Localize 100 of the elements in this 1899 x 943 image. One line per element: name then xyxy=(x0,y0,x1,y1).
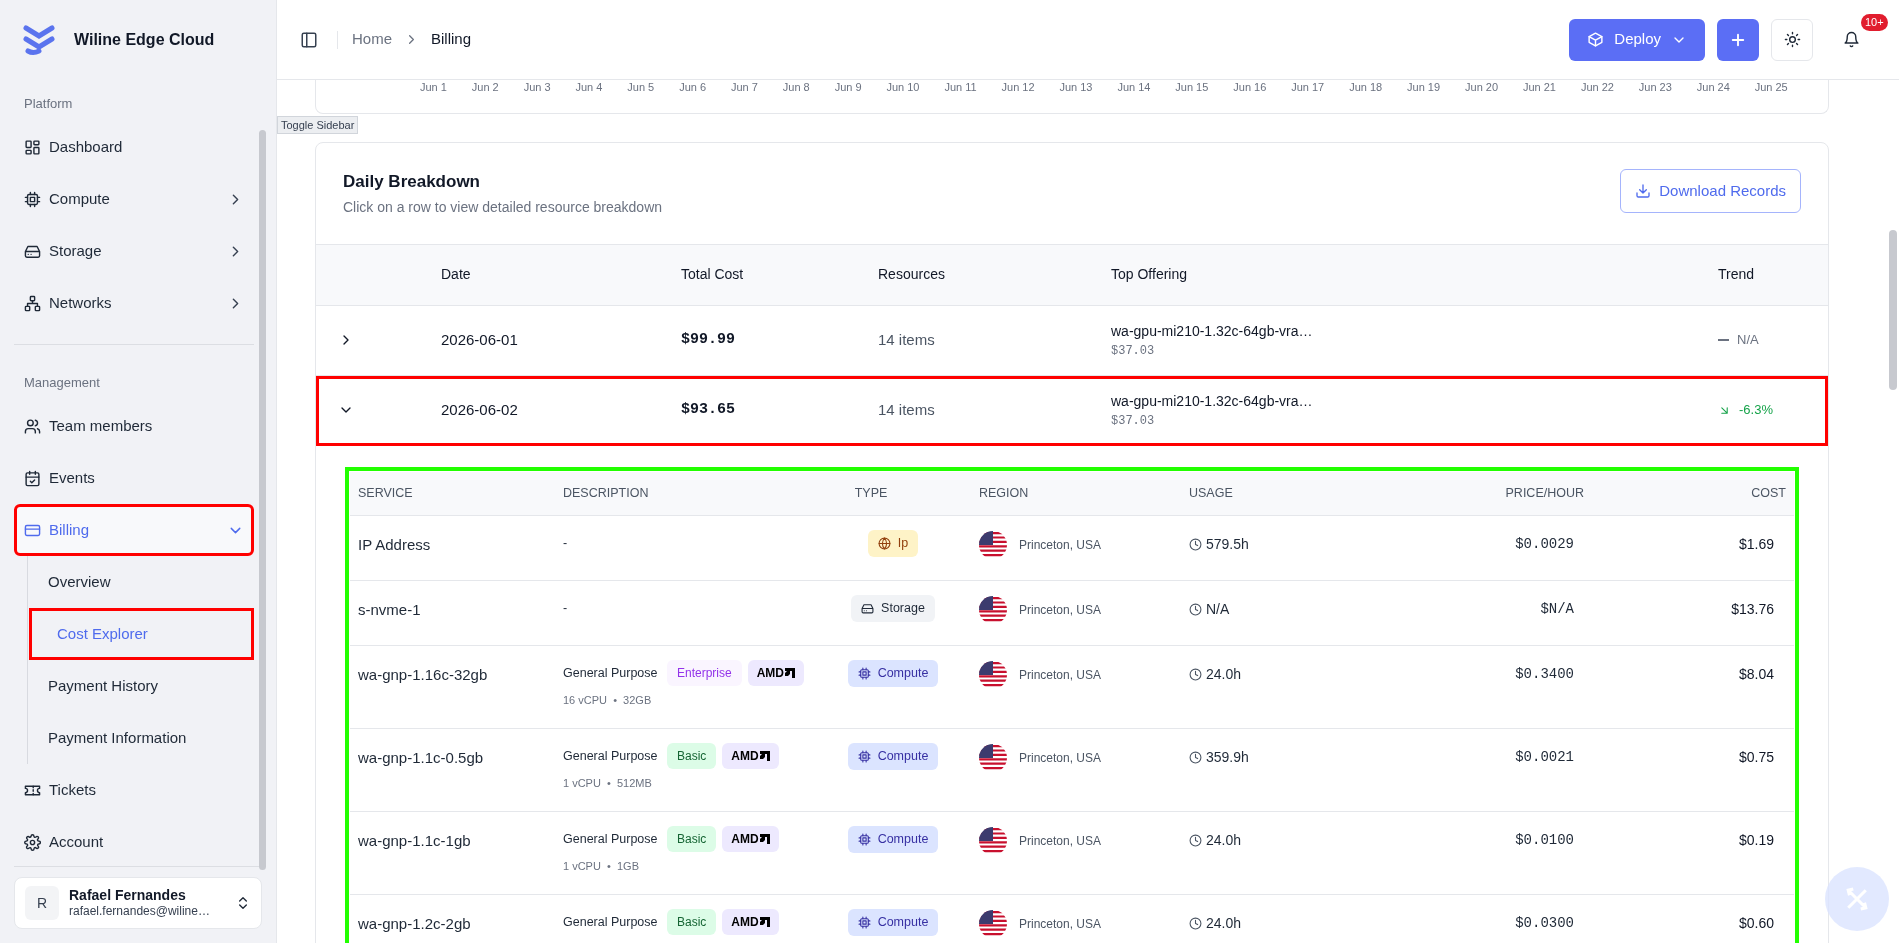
type-tag: Compute xyxy=(847,659,939,687)
clock-icon xyxy=(1189,750,1202,764)
tier-tag: Basic xyxy=(667,742,717,769)
axis-label: Jun 24 xyxy=(1696,80,1730,94)
sidebar-scrollbar[interactable] xyxy=(259,130,266,870)
avatar: R xyxy=(25,886,59,920)
top-offering-cost: $37.03 xyxy=(1111,342,1156,360)
axis-label: Jun 6 xyxy=(679,80,707,94)
sidebar-item[interactable]: Networks xyxy=(14,277,254,330)
sidebar-item[interactable]: Storage xyxy=(14,225,254,278)
axis-label: Jun 1 xyxy=(420,80,447,94)
theme-button[interactable] xyxy=(1771,18,1813,61)
download-records-button[interactable]: Download Records xyxy=(1620,169,1801,213)
axis-label: Jun 10 xyxy=(886,80,920,94)
clock-icon xyxy=(1189,602,1202,616)
usage-cell-text: 24.0h xyxy=(1206,913,1242,933)
axis-label: Jun 14 xyxy=(1117,80,1151,94)
axis-label: Jun 9 xyxy=(834,80,862,94)
sidebar-item[interactable]: Compute xyxy=(14,173,254,226)
logo-icon xyxy=(22,24,56,56)
submenu-item[interactable]: Overview xyxy=(27,556,254,608)
axis-label: Jun 2 xyxy=(471,80,499,94)
page-scrollbar[interactable] xyxy=(1889,230,1897,390)
user-menu[interactable]: R Rafael Fernandes rafael.fernandes@wiline… xyxy=(14,877,262,929)
column-header: Total Cost xyxy=(681,265,745,284)
tier-tag: Enterprise xyxy=(667,659,742,686)
type-tag: Compute xyxy=(847,825,939,853)
drive-icon xyxy=(24,243,41,260)
date-cell-text: 2026-06-02 xyxy=(441,399,519,420)
column-header: Top Offering xyxy=(1111,265,1188,284)
axis-label: Jun 8 xyxy=(782,80,810,94)
flag-icon xyxy=(979,743,1007,772)
axis-label: Jun 12 xyxy=(1001,80,1035,94)
column-header: COST xyxy=(1750,484,1786,502)
column-header: TYPE xyxy=(853,484,889,502)
clock-icon xyxy=(1189,537,1202,551)
flag-icon xyxy=(979,909,1007,938)
tooltip: Toggle Sidebar xyxy=(277,116,359,134)
region-cell-text: Princeton, USA xyxy=(1019,536,1102,554)
dashboard-icon xyxy=(24,139,41,156)
specs-text: 1 vCPU • 512MB xyxy=(563,776,653,792)
axis-label: Jun 25 xyxy=(1754,80,1788,94)
section-label: Platform xyxy=(23,95,74,113)
sidebar-item[interactable]: Billing xyxy=(14,504,254,556)
chip-icon xyxy=(857,666,871,680)
usage-cell-text: 24.0h xyxy=(1206,830,1242,850)
top-offering-name: wa-gpu-mi210-1.32c-64gb-vra… xyxy=(1111,321,1314,341)
flag-icon xyxy=(979,530,1007,559)
submenu-item[interactable]: Cost Explorer xyxy=(29,608,254,660)
tier-tag: Basic xyxy=(667,825,717,852)
amd-arrow-icon xyxy=(759,750,770,761)
axis-label: Jun 15 xyxy=(1175,80,1209,94)
cost-cell-text: $8.04 xyxy=(1737,664,1775,684)
amd-arrow-icon xyxy=(759,833,770,844)
usage-cell-text: 359.9h xyxy=(1206,747,1249,767)
amd-arrow-icon xyxy=(759,916,770,927)
chip-icon xyxy=(24,191,41,208)
sidebar-item[interactable]: Account xyxy=(14,816,254,866)
type-tag: Compute xyxy=(847,908,939,936)
usage-cell-text: N/A xyxy=(1206,599,1230,619)
axis-label: Jun 23 xyxy=(1638,80,1672,94)
bell-icon xyxy=(1842,31,1860,48)
column-header: Trend xyxy=(1718,265,1756,284)
sidebar-item[interactable]: Dashboard xyxy=(14,121,254,174)
sidebar-item[interactable]: Events xyxy=(14,452,254,504)
service-cell-text: s-nvme-1 xyxy=(358,599,422,620)
region-cell-text: Princeton, USA xyxy=(1019,915,1102,933)
description-cell-text: - xyxy=(563,599,569,617)
price-cell-text: $0.0021 xyxy=(1514,747,1575,767)
top-offering-cost: $37.03 xyxy=(1111,412,1156,430)
cost-cell-text: $0.19 xyxy=(1737,830,1775,850)
flag-icon xyxy=(979,826,1007,855)
section-label: Management xyxy=(23,373,101,392)
price-cell-text: $0.0100 xyxy=(1514,830,1575,850)
column-header: USAGE xyxy=(1189,484,1234,502)
breakdown-row[interactable]: 2026-06-02 $93.65 14 items wa-gpu-mi210-1.32c-64gb-vra… $37.03 -6.3% xyxy=(316,375,1828,446)
sun-icon xyxy=(1783,31,1801,48)
type-tag: Compute xyxy=(847,742,939,770)
deploy-button[interactable]: Deploy xyxy=(1569,18,1705,61)
brand-name: Wiline Edge Cloud xyxy=(74,30,215,50)
add-button[interactable] xyxy=(1717,18,1759,61)
tier-tag: Basic xyxy=(667,908,717,935)
user-name: Rafael Fernandes xyxy=(69,886,186,905)
description-cell-text: General Purpose xyxy=(563,747,659,765)
service-cell-text: wa-gnp-1.2c-2gb xyxy=(358,913,472,934)
submenu-item[interactable]: Payment Information xyxy=(27,712,254,764)
user-email: rafael.fernandes@wiline… xyxy=(69,904,210,920)
price-cell-text: $0.0300 xyxy=(1514,913,1575,933)
column-header: PRICE/HOUR xyxy=(1504,484,1584,502)
type-tag: Ip xyxy=(867,529,919,557)
axis-label: Jun 16 xyxy=(1233,80,1267,94)
sidebar-item[interactable]: Team members xyxy=(14,400,254,452)
submenu-item[interactable]: Payment History xyxy=(27,660,254,712)
breakdown-row[interactable]: 2026-06-01 $99.99 14 items wa-gpu-mi210-1.32c-64gb-vra… $37.03 N/A xyxy=(316,305,1828,376)
sidebar-item[interactable]: Tickets xyxy=(14,764,254,816)
service-cell-text: wa-gnp-1.1c-1gb xyxy=(358,830,472,851)
breadcrumb-link[interactable]: Home xyxy=(352,28,392,51)
globe-icon xyxy=(877,536,891,550)
usage-cell-text: 579.5h xyxy=(1206,534,1249,554)
axis-label: Jun 21 xyxy=(1522,80,1556,94)
